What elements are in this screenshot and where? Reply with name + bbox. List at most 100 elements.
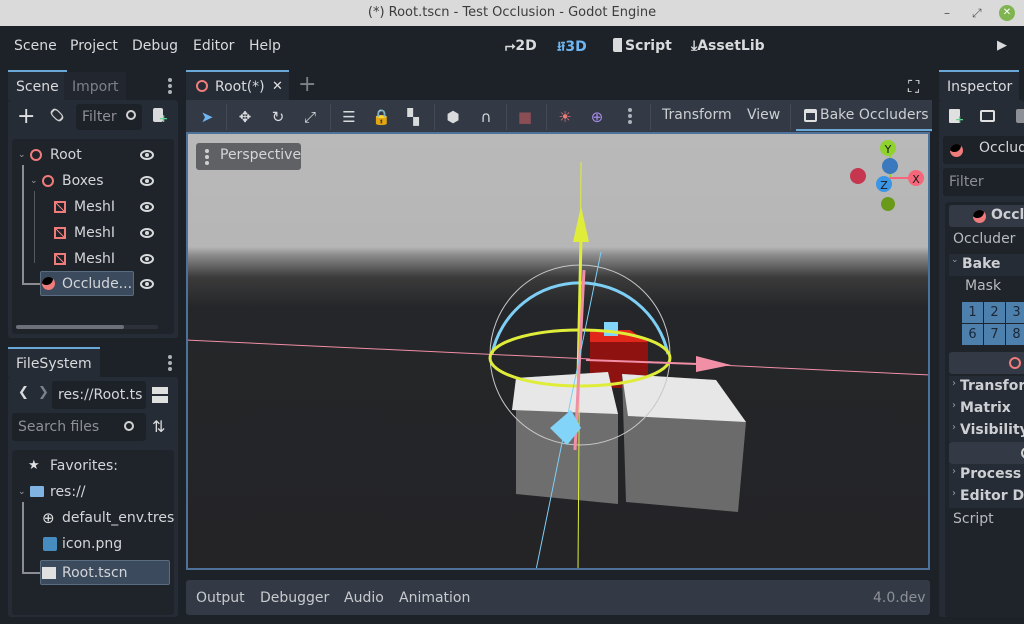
- perspective-menu-button[interactable]: Perspective: [196, 143, 301, 170]
- back-button[interactable]: ❮: [18, 385, 29, 400]
- visibility-eye-icon[interactable]: [140, 254, 154, 264]
- process-group[interactable]: › Process: [949, 464, 1024, 486]
- tab-scene[interactable]: Scene: [8, 70, 67, 100]
- more-options-icon[interactable]: [628, 108, 632, 126]
- visibility-eye-icon[interactable]: [140, 279, 154, 289]
- filter-properties-input[interactable]: Filter prope: [943, 168, 1024, 218]
- lock-icon[interactable]: 🔒: [372, 108, 391, 126]
- instance-scene-button[interactable]: [49, 107, 65, 123]
- res-folder-item[interactable]: ⌄ res://: [16, 480, 166, 504]
- select-tool-icon[interactable]: ➤: [198, 108, 216, 126]
- mask-layer-2[interactable]: 2: [984, 302, 1005, 323]
- workspace-3d-button[interactable]: ⭿3D: [557, 38, 587, 60]
- bake-group[interactable]: ⌄ Bake: [949, 254, 1024, 276]
- favorites-item[interactable]: ★ Favorites:: [16, 454, 166, 478]
- path-field[interactable]: res://Root.ts: [52, 381, 146, 409]
- sort-icon[interactable]: ⇅: [152, 417, 165, 436]
- tree-item-occluder[interactable]: Occlude...: [40, 271, 134, 296]
- chevron-down-icon[interactable]: ⌄: [30, 169, 38, 193]
- file-item-icon-png[interactable]: icon.png: [16, 532, 166, 556]
- move-tool-icon[interactable]: ✥: [236, 108, 254, 126]
- transform-group[interactable]: › Transform: [949, 376, 1024, 398]
- visibility-group[interactable]: › Visibility: [949, 420, 1024, 442]
- tab-filesystem[interactable]: FileSystem: [8, 347, 100, 377]
- mask-layer-8[interactable]: 8: [1006, 324, 1024, 345]
- scene-tab-root[interactable]: Root(*) ✕: [186, 70, 289, 100]
- property-list: Occlu Occluder ⌄ Bake Mask 1 2 3 6 7 8 ›…: [945, 202, 1024, 617]
- workspace-script-button[interactable]: Script: [613, 38, 672, 54]
- minimize-button[interactable]: –: [944, 0, 950, 26]
- menu-help[interactable]: Help: [249, 38, 281, 54]
- visibility-eye-icon[interactable]: [140, 228, 154, 238]
- tree-item-meshinstance[interactable]: MeshI: [16, 221, 166, 245]
- editor-description-group[interactable]: › Editor De: [949, 486, 1024, 508]
- object-selector[interactable]: Occlude: [943, 136, 1024, 164]
- menu-project[interactable]: Project: [70, 38, 118, 54]
- new-resource-icon[interactable]: +: [949, 109, 964, 125]
- forward-button[interactable]: ❯: [38, 385, 49, 400]
- tab-debugger[interactable]: Debugger: [260, 590, 329, 606]
- tab-animation[interactable]: Animation: [399, 590, 470, 606]
- menu-dots-icon: [205, 149, 209, 167]
- environment-preview-icon[interactable]: ⊕: [588, 108, 606, 126]
- scale-tool-icon[interactable]: ⤢: [301, 108, 319, 126]
- file-item-default-env[interactable]: ⊕ default_env.tres: [16, 506, 176, 530]
- add-node-button[interactable]: +: [17, 104, 35, 129]
- occluder-icon: [42, 277, 55, 290]
- 3d-viewport[interactable]: Y X Z Perspective: [186, 132, 930, 570]
- scrollbar-thumb[interactable]: [16, 325, 124, 329]
- matrix-group[interactable]: › Matrix: [949, 398, 1024, 420]
- chevron-down-icon[interactable]: ⌄: [18, 480, 26, 504]
- maximize-button[interactable]: ⤢: [972, 0, 982, 26]
- tab-output[interactable]: Output: [196, 590, 245, 606]
- bake-occluders-button[interactable]: Bake Occluders: [796, 100, 932, 131]
- close-window-button[interactable]: ✕: [999, 5, 1015, 21]
- list-select-icon[interactable]: ☰: [340, 108, 358, 126]
- menu-scene[interactable]: Scene: [14, 38, 57, 54]
- mask-layer-6[interactable]: 6: [962, 324, 983, 345]
- split-view-toggle-icon[interactable]: [152, 387, 168, 403]
- tree-item-meshinstance[interactable]: MeshI: [16, 247, 166, 271]
- local-space-icon[interactable]: ⬢: [444, 108, 462, 126]
- close-tab-icon[interactable]: ✕: [272, 72, 283, 102]
- tab-inspector[interactable]: Inspector: [939, 70, 1019, 100]
- workspace-assetlib-button[interactable]: ⤓AssetLib: [691, 38, 765, 54]
- rotate-tool-icon[interactable]: ↻: [269, 108, 287, 126]
- mask-layer-7[interactable]: 7: [984, 324, 1005, 345]
- mask-layer-3[interactable]: 3: [1006, 302, 1024, 323]
- transform-menu[interactable]: Transform: [662, 107, 732, 123]
- visibility-eye-icon[interactable]: [140, 176, 154, 186]
- tree-item-meshinstance[interactable]: MeshI: [16, 195, 166, 219]
- scene-tree: ⌄ Root ⌄ Boxes MeshI MeshI MeshI Occlude…: [12, 139, 174, 334]
- tab-audio[interactable]: Audio: [344, 590, 384, 606]
- distraction-free-icon[interactable]: ⛶: [908, 77, 919, 97]
- menu-editor[interactable]: Editor: [193, 38, 234, 54]
- open-folder-icon[interactable]: [980, 110, 995, 122]
- new-scene-tab-button[interactable]: +: [298, 70, 316, 100]
- camera-preview-icon[interactable]: ■: [516, 108, 534, 126]
- scene-filter-input[interactable]: Filter: [76, 104, 142, 130]
- visibility-eye-icon[interactable]: [140, 202, 154, 212]
- y-arrow-head: [573, 206, 589, 242]
- scene-dock-menu-icon[interactable]: [168, 78, 172, 96]
- light-marker: [604, 322, 618, 336]
- filesystem-dock-menu-icon[interactable]: [168, 355, 172, 373]
- save-icon[interactable]: [1016, 109, 1024, 123]
- sun-preview-icon[interactable]: ☀: [556, 108, 574, 126]
- snap-icon[interactable]: ∩: [477, 108, 495, 126]
- workspace-2d-button[interactable]: ⮣2D: [505, 38, 537, 54]
- chevron-down-icon[interactable]: ⌄: [18, 143, 26, 167]
- mask-layer-1[interactable]: 1: [962, 302, 983, 323]
- menu-debug[interactable]: Debug: [132, 38, 178, 54]
- group-icon[interactable]: ▚: [404, 108, 422, 126]
- visibility-eye-icon[interactable]: [140, 150, 154, 160]
- tab-import[interactable]: Import: [64, 72, 127, 100]
- attach-script-button[interactable]: +: [153, 108, 168, 124]
- file-item-root-tscn[interactable]: Root.tscn: [40, 560, 170, 585]
- view-menu[interactable]: View: [747, 107, 780, 123]
- tree-item-boxes[interactable]: ⌄ Boxes: [16, 169, 166, 193]
- play-button[interactable]: ▶: [997, 38, 1007, 53]
- scene-tree-hscrollbar[interactable]: [16, 325, 158, 329]
- tree-item-root[interactable]: ⌄ Root: [16, 143, 166, 167]
- search-files-input[interactable]: Search files: [12, 413, 146, 441]
